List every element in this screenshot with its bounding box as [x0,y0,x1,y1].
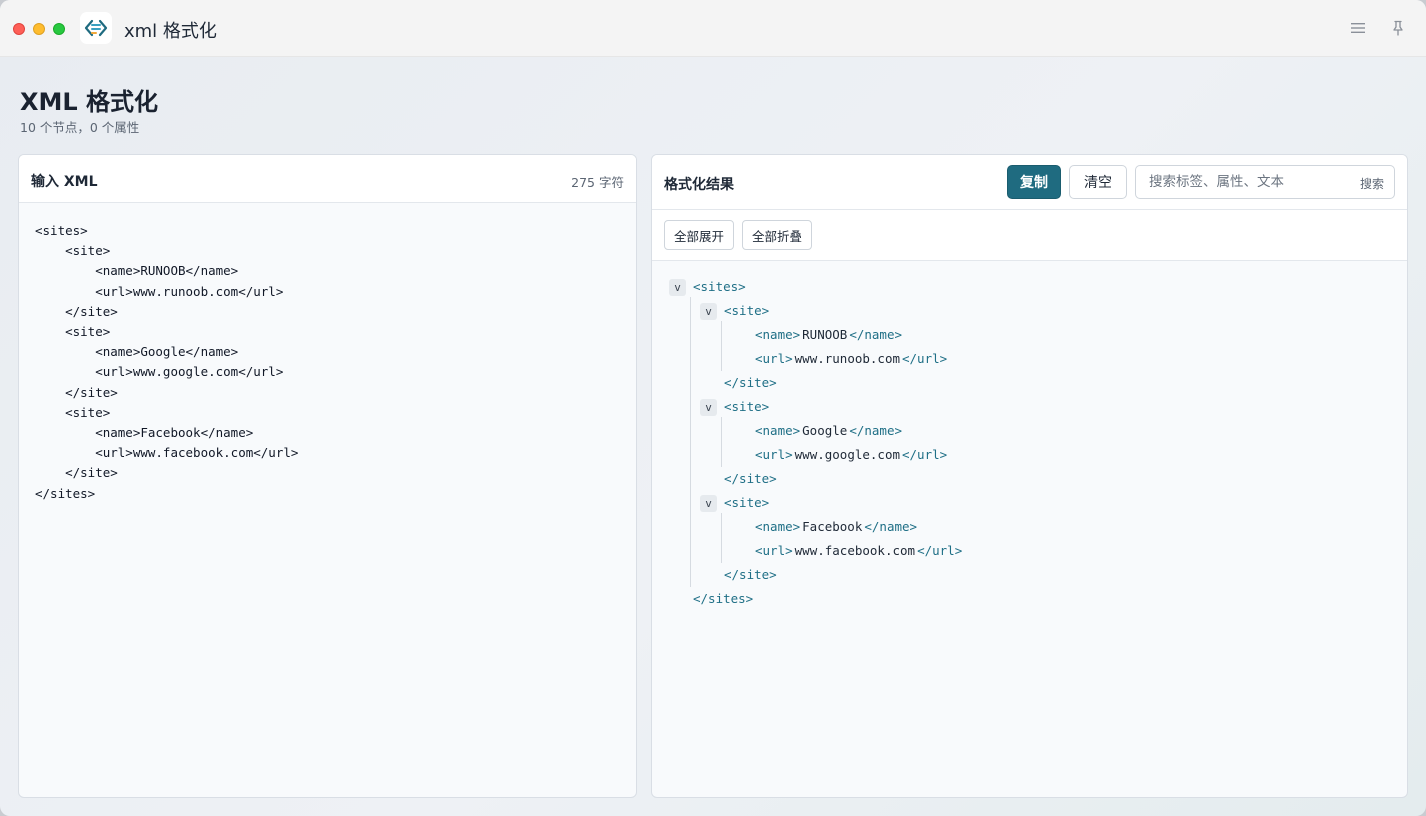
tree-node: <url> www.facebook.com </url> [755,541,962,561]
xml-input-line: <name>Facebook</name> [35,425,254,441]
close-tag: </site> [724,471,777,486]
xml-tree-view: v <sites> v <site> <name> RUNOOB </name> <url> w… [652,261,1407,797]
close-tag: </name> [864,519,918,534]
collapse-all-button[interactable]: 全部折叠 [742,220,812,250]
page-subtitle: 10 个节点，0 个属性 [20,120,140,135]
xml-input-line: <site> [35,404,111,420]
tree-toolbar: 全部展开 全部折叠 [652,210,1407,261]
xml-input-line: </site> [35,465,118,481]
xml-input-line: <site> [35,243,111,259]
tree-node: <url> www.google.com </url> [755,445,947,465]
collapse-toggle-icon[interactable]: v [700,398,717,416]
tree-node: </site> [724,469,777,489]
tree-node: </sites> [693,589,753,609]
open-tag: <name> [755,519,801,534]
close-tag: </url> [902,447,948,462]
title-bar: xml 格式化 [0,0,1426,57]
xml-input-line: <url>www.facebook.com</url> [35,445,299,461]
search-button[interactable]: 搜索 [1360,175,1384,192]
xml-input-line: <url>www.runoob.com</url> [35,283,284,299]
tree-node: <name> Facebook </name> [755,517,917,537]
input-panel-heading: 输入 XML [31,174,98,190]
tree-node[interactable]: v <site> [700,301,769,321]
xml-input-line: </site> [35,384,118,400]
xml-input-line: <url>www.google.com</url> [35,364,284,380]
zoom-window-button[interactable] [53,23,65,35]
output-panel: 格式化结果 复制 清空 搜索 全部展开 全部折叠 v <sites> v <site>… [651,154,1408,798]
page-title: XML 格式化 [20,88,159,116]
node-text: RUNOOB [802,327,848,342]
close-tag: </url> [917,543,963,558]
open-tag: <site> [724,303,770,318]
output-panel-heading: 格式化结果 [664,177,734,193]
xml-input-line: </site> [35,303,118,319]
expand-all-button[interactable]: 全部展开 [664,220,734,250]
pin-icon[interactable] [1389,19,1407,37]
tree-node: <url> www.runoob.com </url> [755,349,947,369]
tree-guide-line [721,513,722,563]
input-panel: 输入 XML 275 字符 <sites> <site> <name>RUNOO… [18,154,637,798]
open-tag: <name> [755,327,801,342]
char-count: 275 字符 [571,175,624,190]
xml-input-line: <name>RUNOOB</name> [35,263,239,279]
close-tag: </name> [849,327,902,342]
tree-node: </site> [724,373,777,393]
collapse-toggle-icon[interactable]: v [700,302,717,320]
node-text: Facebook [802,519,863,534]
xml-input-line: </sites> [35,485,96,501]
close-window-button[interactable] [13,23,25,35]
open-tag: <name> [755,423,801,438]
node-text: www.facebook.com [794,543,916,558]
window-title: xml 格式化 [124,21,217,42]
open-tag: <url> [755,351,793,366]
close-tag: </url> [902,351,948,366]
output-panel-header: 格式化结果 复制 清空 搜索 [652,155,1407,210]
close-tag: </site> [724,375,777,390]
close-tag: </name> [849,423,902,438]
xml-input-line: <site> [35,324,111,340]
copy-button[interactable]: 复制 [1007,165,1061,199]
app-icon [80,12,112,44]
clear-button[interactable]: 清空 [1069,165,1127,199]
search-box: 搜索 [1135,165,1395,199]
open-tag: <sites> [693,279,746,294]
app-window: xml 格式化 XML 格式化 10 个节点，0 个属性 输入 XML 275 … [0,0,1426,816]
open-tag: <url> [755,447,793,462]
open-tag: <site> [724,495,770,510]
xml-input-editor[interactable]: <sites> <site> <name>RUNOOB</name> <url>… [35,221,298,504]
tree-node[interactable]: v <sites> [669,277,746,297]
tree-node[interactable]: v <site> [700,397,769,417]
open-tag: <site> [724,399,770,414]
collapse-toggle-icon[interactable]: v [700,494,717,512]
tree-guide-line [721,417,722,467]
input-panel-header: 输入 XML 275 字符 [19,155,636,203]
xml-input-line: <sites> [35,223,88,238]
node-text: www.runoob.com [794,351,900,366]
collapse-toggle-icon[interactable]: v [669,278,686,296]
tree-guide-line [690,297,691,587]
open-tag: <url> [755,543,793,558]
tree-node: </site> [724,565,777,585]
tree-node: <name> RUNOOB </name> [755,325,902,345]
close-tag: </sites> [693,591,754,606]
xml-input-line: <name>Google</name> [35,344,239,360]
menu-icon[interactable] [1349,19,1367,37]
node-text: Google [802,423,848,438]
search-input[interactable] [1137,167,1337,197]
minimize-window-button[interactable] [33,23,45,35]
tree-guide-line [721,321,722,371]
node-text: www.google.com [794,447,900,462]
close-tag: </site> [724,567,777,582]
tree-node: <name> Google </name> [755,421,902,441]
tree-node[interactable]: v <site> [700,493,769,513]
